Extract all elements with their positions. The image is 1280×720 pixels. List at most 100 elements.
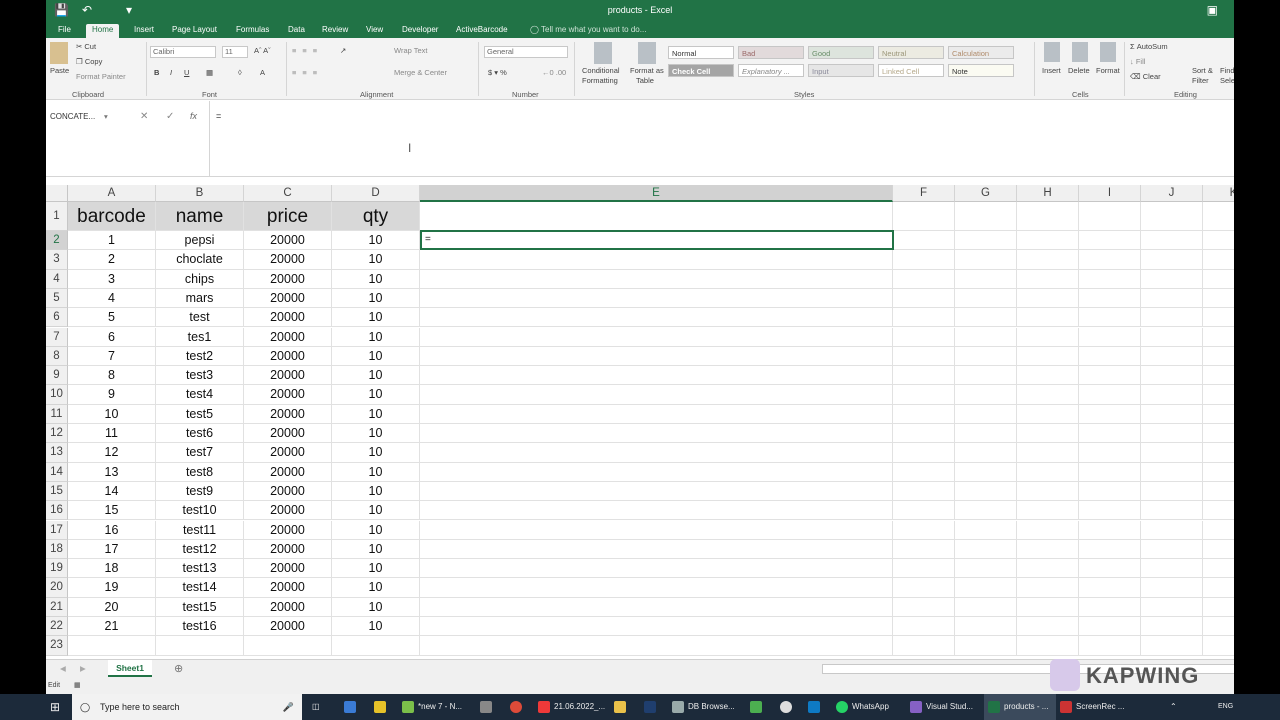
tab-data[interactable]: Data bbox=[282, 24, 311, 38]
table-header-cell[interactable]: qty bbox=[332, 202, 420, 231]
row-header[interactable]: 12 bbox=[46, 424, 68, 444]
table-cell[interactable]: 20000 bbox=[244, 308, 332, 328]
table-cell[interactable]: test7 bbox=[156, 443, 244, 463]
empty-cell[interactable] bbox=[955, 231, 1017, 251]
row-header[interactable]: 4 bbox=[46, 269, 68, 289]
empty-cell[interactable] bbox=[1141, 539, 1203, 560]
empty-cell[interactable] bbox=[1203, 347, 1234, 367]
borders-icon[interactable]: ▦ bbox=[206, 68, 213, 77]
autosum-button[interactable]: Σ AutoSum bbox=[1130, 42, 1168, 51]
table-cell[interactable]: 10 bbox=[332, 308, 420, 328]
empty-cell[interactable] bbox=[244, 636, 332, 656]
empty-cell[interactable] bbox=[1017, 559, 1079, 579]
table-header-cell[interactable]: barcode bbox=[68, 202, 156, 231]
empty-cell[interactable] bbox=[1017, 443, 1079, 463]
empty-cell[interactable] bbox=[420, 346, 893, 367]
empty-cell[interactable] bbox=[893, 578, 955, 598]
row-header[interactable]: 15 bbox=[46, 481, 68, 502]
table-cell[interactable]: 9 bbox=[68, 385, 156, 405]
style-neutral[interactable]: Neutral bbox=[878, 46, 944, 59]
empty-cell[interactable] bbox=[955, 288, 1017, 309]
table-cell[interactable]: 4 bbox=[68, 288, 156, 309]
empty-cell[interactable] bbox=[1203, 202, 1234, 231]
empty-cell[interactable] bbox=[955, 308, 1017, 328]
table-cell[interactable]: mars bbox=[156, 288, 244, 309]
empty-cell[interactable] bbox=[893, 250, 955, 270]
empty-cell[interactable] bbox=[1141, 578, 1203, 598]
find-select-label-2[interactable]: Sele bbox=[1220, 76, 1234, 85]
tab-file[interactable]: File bbox=[52, 24, 77, 38]
taskbar-whatsapp[interactable]: WhatsApp bbox=[836, 694, 889, 720]
ribbon-display-icon[interactable]: ▣ bbox=[1207, 3, 1218, 17]
find-select-button[interactable]: Find bbox=[1220, 66, 1234, 75]
table-cell[interactable]: test10 bbox=[156, 501, 244, 521]
delete-cells-button[interactable]: Delete bbox=[1068, 66, 1090, 75]
table-cell[interactable]: choclate bbox=[156, 250, 244, 270]
row-header[interactable]: 23 bbox=[46, 636, 68, 656]
format-cells-icon[interactable] bbox=[1100, 42, 1116, 62]
table-cell[interactable]: 20000 bbox=[244, 424, 332, 444]
row-header[interactable]: 20 bbox=[46, 578, 68, 598]
table-cell[interactable]: 20000 bbox=[244, 385, 332, 405]
empty-cell[interactable] bbox=[1203, 385, 1234, 405]
table-cell[interactable]: 10 bbox=[332, 269, 420, 289]
empty-cell[interactable] bbox=[1017, 346, 1079, 367]
tab-review[interactable]: Review bbox=[316, 24, 354, 38]
empty-cell[interactable] bbox=[1141, 481, 1203, 502]
table-cell[interactable]: 20000 bbox=[244, 481, 332, 502]
empty-cell[interactable] bbox=[1079, 366, 1141, 386]
table-cell[interactable]: 17 bbox=[68, 539, 156, 560]
empty-cell[interactable] bbox=[955, 559, 1017, 579]
empty-cell[interactable] bbox=[955, 462, 1017, 482]
table-cell[interactable]: 10 bbox=[332, 501, 420, 521]
empty-cell[interactable] bbox=[1141, 617, 1203, 637]
empty-cell[interactable] bbox=[893, 520, 955, 540]
insert-cells-icon[interactable] bbox=[1044, 42, 1060, 62]
style-calculation[interactable]: Calculation bbox=[948, 46, 1014, 59]
table-cell[interactable]: test14 bbox=[156, 578, 244, 598]
empty-cell[interactable] bbox=[955, 617, 1017, 637]
empty-cell[interactable] bbox=[1141, 424, 1203, 444]
empty-cell[interactable] bbox=[1017, 636, 1079, 656]
empty-cell[interactable] bbox=[420, 501, 893, 521]
empty-cell[interactable] bbox=[1017, 462, 1079, 482]
empty-cell[interactable] bbox=[1017, 617, 1079, 637]
paste-button[interactable]: Paste bbox=[50, 66, 69, 75]
table-cell[interactable]: 10 bbox=[332, 366, 420, 386]
empty-cell[interactable] bbox=[1017, 578, 1079, 598]
empty-cell[interactable] bbox=[420, 443, 893, 463]
media-icon[interactable] bbox=[480, 694, 496, 720]
empty-cell[interactable] bbox=[420, 269, 893, 289]
style-note[interactable]: Note bbox=[948, 64, 1014, 77]
style-good[interactable]: Good bbox=[808, 46, 874, 59]
grow-font-icon[interactable]: Aˆ Aˇ bbox=[254, 46, 271, 55]
empty-cell[interactable] bbox=[1203, 578, 1234, 598]
empty-cell[interactable] bbox=[893, 617, 955, 637]
conditional-formatting-label-2[interactable]: Formatting bbox=[582, 76, 618, 85]
row-header[interactable]: 19 bbox=[46, 559, 68, 579]
empty-cell[interactable] bbox=[893, 404, 955, 424]
empty-cell[interactable] bbox=[1203, 559, 1234, 579]
column-header-c[interactable]: C bbox=[244, 185, 332, 202]
empty-cell[interactable] bbox=[955, 636, 1017, 656]
empty-cell[interactable] bbox=[893, 366, 955, 386]
column-header-k[interactable]: K bbox=[1203, 185, 1234, 202]
empty-cell[interactable] bbox=[1079, 327, 1141, 347]
empty-cell[interactable] bbox=[420, 559, 893, 579]
tab-insert[interactable]: Insert bbox=[128, 24, 160, 38]
table-cell[interactable]: test3 bbox=[156, 366, 244, 386]
empty-cell[interactable] bbox=[955, 327, 1017, 347]
formula-input[interactable]: = bbox=[209, 101, 1234, 177]
empty-cell[interactable] bbox=[955, 501, 1017, 521]
empty-cell[interactable] bbox=[1203, 424, 1234, 444]
orientation-icon[interactable]: ↗ bbox=[340, 46, 346, 55]
row-header[interactable]: 9 bbox=[46, 366, 68, 386]
empty-cell[interactable] bbox=[1203, 636, 1234, 656]
empty-cell[interactable] bbox=[1079, 597, 1141, 617]
name-box[interactable]: CONCATE... bbox=[48, 109, 112, 124]
table-cell[interactable]: 20000 bbox=[244, 501, 332, 521]
fill-button[interactable]: ↓ Fill bbox=[1130, 57, 1145, 66]
empty-cell[interactable] bbox=[893, 231, 955, 251]
row-header[interactable]: 5 bbox=[46, 288, 68, 309]
row-header[interactable]: 7 bbox=[46, 327, 68, 347]
